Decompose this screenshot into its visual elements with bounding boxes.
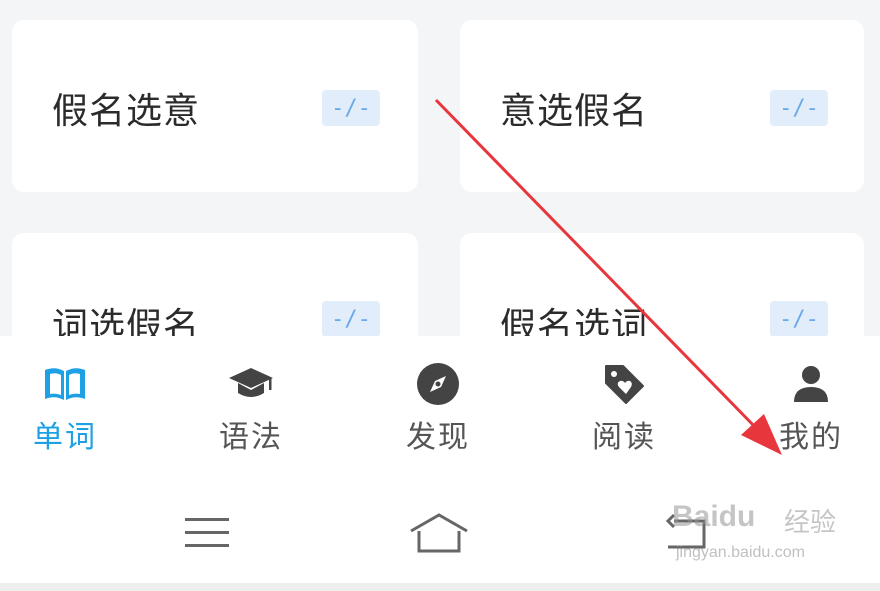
card-title: 意选假名 — [500, 91, 649, 132]
tab-reading[interactable]: 阅读 — [559, 336, 689, 483]
tab-label: 阅读 — [592, 420, 656, 455]
progress-badge: -/- — [322, 90, 380, 126]
progress-badge: -/- — [770, 301, 828, 337]
watermark-brand-cn: 经验 — [784, 508, 837, 538]
card-meaning-to-kana[interactable]: 意选假名 -/- — [460, 20, 864, 192]
baidu-watermark: Baidu 经验 jingyan.baidu.com — [672, 500, 842, 575]
tab-label: 发现 — [406, 420, 470, 455]
bottom-divider — [0, 583, 880, 591]
graduation-cap-icon — [226, 360, 276, 408]
progress-badge: -/- — [770, 90, 828, 126]
compass-icon — [413, 360, 463, 408]
watermark-url: jingyan.baidu.com — [676, 544, 805, 561]
bottom-tab-bar: 单词 语法 发现 阅读 我的 — [0, 336, 880, 483]
card-title: 假名选意 — [52, 91, 201, 132]
tab-discover[interactable]: 发现 — [373, 336, 503, 483]
tab-label: 语法 — [219, 420, 283, 455]
tab-words[interactable]: 单词 — [0, 336, 130, 483]
menu-icon[interactable] — [172, 503, 242, 563]
card-word-to-kana[interactable]: 词选假名 -/- — [12, 233, 418, 353]
progress-badge: -/- — [322, 301, 380, 337]
book-icon — [40, 360, 90, 408]
tab-profile[interactable]: 我的 — [746, 336, 876, 483]
watermark-brand: Baidu — [672, 500, 756, 533]
card-kana-to-word[interactable]: 假名选词 -/- — [460, 233, 864, 353]
tab-label: 我的 — [779, 420, 843, 455]
tab-grammar[interactable]: 语法 — [186, 336, 316, 483]
tag-heart-icon — [599, 360, 649, 408]
tab-label: 单词 — [33, 420, 97, 455]
home-icon[interactable] — [404, 503, 474, 563]
card-kana-to-meaning[interactable]: 假名选意 -/- — [12, 20, 418, 192]
user-icon — [786, 360, 836, 408]
